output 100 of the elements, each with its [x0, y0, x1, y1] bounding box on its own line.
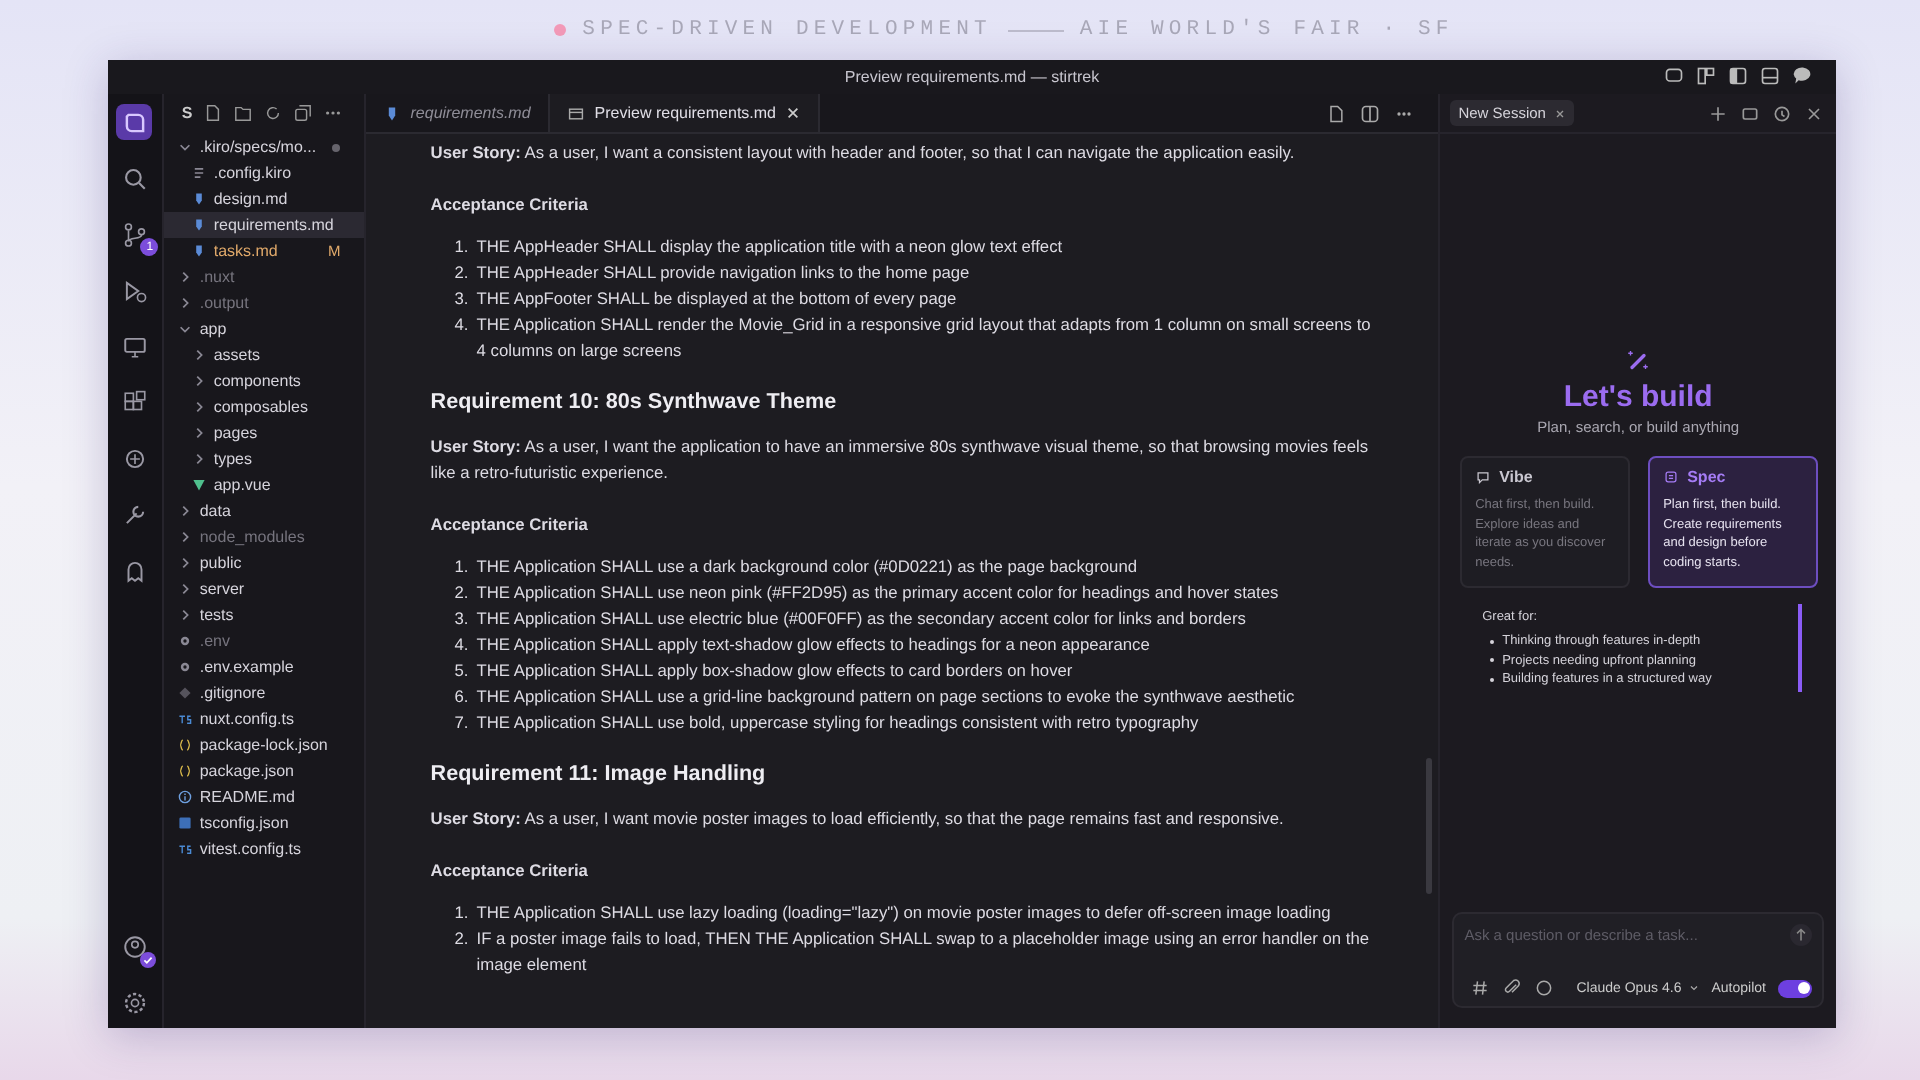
window-icon[interactable]	[1740, 103, 1760, 123]
file-item[interactable]: README.md	[163, 784, 365, 810]
file-item[interactable]: .env	[163, 628, 365, 654]
refresh-icon[interactable]	[264, 104, 283, 122]
editor-tab[interactable]: requirements.md	[366, 94, 549, 132]
braces-icon	[177, 738, 192, 752]
send-arrow-icon[interactable]	[1790, 924, 1812, 946]
user-story: User Story: As a user, I want movie poster images to load efficiently, so that the page remains fast and responsive.	[430, 806, 1286, 832]
close-icon[interactable]	[1553, 107, 1566, 119]
folder-item[interactable]: types	[163, 446, 365, 472]
list-number: 1.	[452, 900, 471, 926]
close-icon[interactable]	[786, 106, 800, 120]
diamond-icon	[177, 686, 192, 700]
list-number: 4.	[452, 312, 471, 338]
criterion-text: THE Application SHALL render the Movie_Grid in a responsive grid layout that adapts from 1 column on small screens to 4 columns on large screens	[476, 312, 1373, 364]
changes-dot	[332, 143, 341, 151]
new-file-icon[interactable]	[204, 104, 223, 122]
window-title: Preview requirements.md — stirtrek	[844, 68, 1100, 86]
settings-icon	[121, 989, 148, 1015]
markdown-icon	[384, 105, 401, 121]
file-item[interactable]: vitest.config.ts	[163, 836, 365, 862]
close-icon[interactable]	[1804, 103, 1824, 123]
folder-item[interactable]: tests	[163, 602, 365, 628]
section-subheading: Acceptance Criteria	[430, 512, 590, 538]
braces-icon	[177, 764, 192, 778]
layout-icon[interactable]	[1696, 66, 1716, 86]
collapse-icon[interactable]	[294, 104, 313, 122]
plus-icon[interactable]	[1708, 103, 1728, 123]
new-folder-icon[interactable]	[234, 104, 253, 122]
bullet-dot	[554, 24, 567, 36]
file-item[interactable]: .env.example	[163, 654, 365, 680]
autopilot-toggle[interactable]	[1778, 979, 1812, 997]
speech-bubble-icon[interactable]	[1792, 66, 1812, 86]
split-editor-icon[interactable]	[1360, 103, 1381, 123]
file-item[interactable]: design.md	[163, 186, 365, 212]
folder-item[interactable]: .nuxt	[163, 264, 365, 290]
criterion-text: IF a poster image fails to load, THEN THE Application SHALL swap to a placeholder image using an error handler on the image element	[476, 926, 1372, 978]
welcome-title: Let's build	[1563, 380, 1713, 414]
criterion-text: THE Application SHALL use bold, uppercase styling for headings consistent with retro typography	[476, 710, 1201, 736]
file-item[interactable]: requirements.md	[163, 212, 365, 238]
editor-tab[interactable]: Preview requirements.md	[548, 94, 820, 132]
account-icon	[121, 933, 148, 959]
requirement-heading: Requirement 10: 80s Synthwave Theme	[430, 388, 839, 416]
list-number: 2.	[452, 926, 471, 952]
blocks-icon	[121, 389, 148, 415]
explorer-title: S	[181, 104, 193, 122]
check-badge-icon	[140, 952, 157, 968]
paperclip-icon[interactable]	[1502, 978, 1523, 998]
list-number: 6.	[452, 684, 471, 710]
user-story: User Story: As a user, I want the application to have an immersive 80s synthwave visual theme, so that browsing movies feels like a retro-futuristic experience.	[430, 434, 1371, 486]
banner-text: AIE WORLD'S FAIR · SF	[1079, 18, 1454, 42]
file-item[interactable]: tsconfig.json	[163, 810, 365, 836]
criterion-text: THE AppFooter SHALL be displayed at the bottom of every page	[476, 286, 959, 312]
sidebar-toggle-icon[interactable]	[1728, 66, 1748, 86]
bullet-icon	[1490, 677, 1495, 682]
file-item[interactable]: .config.kiro	[163, 160, 365, 186]
criterion-text: THE Application SHALL use a grid-line background pattern on page sections to evoke the synthwave aesthetic	[476, 684, 1297, 710]
file-item[interactable]: app.vue	[163, 472, 365, 498]
folder-item[interactable]: components	[163, 368, 365, 394]
criterion-text: THE AppHeader SHALL display the application title with a neon glow text effect	[476, 234, 1065, 260]
file-item[interactable]: nuxt.config.ts	[163, 706, 365, 732]
wrench-icon	[121, 501, 148, 527]
chevron-icon	[1687, 982, 1700, 994]
app-logo-icon	[121, 109, 148, 135]
history-icon[interactable]	[1772, 103, 1792, 123]
ts-square-icon	[177, 816, 192, 830]
list-number: 2.	[452, 580, 471, 606]
criterion-text: THE Application SHALL apply text-shadow glow effects to headings for a neon appearance	[476, 632, 1152, 658]
folder-item[interactable]: pages	[163, 420, 365, 446]
ts-icon	[177, 842, 192, 856]
ts-icon	[177, 712, 192, 726]
folder-item[interactable]: server	[163, 576, 365, 602]
folder-item[interactable]: public	[163, 550, 365, 576]
folder-item[interactable]: node_modules	[163, 524, 365, 550]
folder-item[interactable]: app	[163, 316, 365, 342]
file-item[interactable]: package-lock.json	[163, 732, 365, 758]
circle-icon[interactable]	[1534, 978, 1555, 998]
panel-toggle-icon[interactable]	[1760, 66, 1780, 86]
magic-wand-icon	[1626, 348, 1651, 372]
chevron-icon	[177, 140, 192, 154]
bullet-icon	[1490, 639, 1495, 644]
list-number: 7.	[452, 710, 471, 736]
list-number: 4.	[452, 632, 471, 658]
criterion-text: THE Application SHALL use electric blue (#00F0FF) as the secondary accent color for links and borders	[476, 606, 1248, 632]
mode-name: Spec	[1687, 468, 1726, 486]
mode-name: Vibe	[1499, 468, 1533, 486]
requirement-heading: Requirement 11: Image Handling	[430, 760, 768, 788]
file-item[interactable]: package.json	[163, 758, 365, 784]
folder-item[interactable]: assets	[163, 342, 365, 368]
tab-label: requirements.md	[410, 104, 531, 122]
file-item[interactable]: .gitignore	[163, 680, 365, 706]
folder-item[interactable]: composables	[163, 394, 365, 420]
activity-button[interactable]	[116, 104, 153, 140]
hash-icon[interactable]	[1470, 978, 1491, 998]
folder-item[interactable]: .kiro/specs/mo...	[163, 134, 365, 160]
criterion-text: THE Application SHALL use a dark background color (#0D0221) as the page background	[476, 554, 1140, 580]
lines-icon	[191, 166, 206, 180]
branch-icon	[121, 221, 148, 247]
folder-item[interactable]: data	[163, 498, 365, 524]
folder-item[interactable]: .output	[163, 290, 365, 316]
